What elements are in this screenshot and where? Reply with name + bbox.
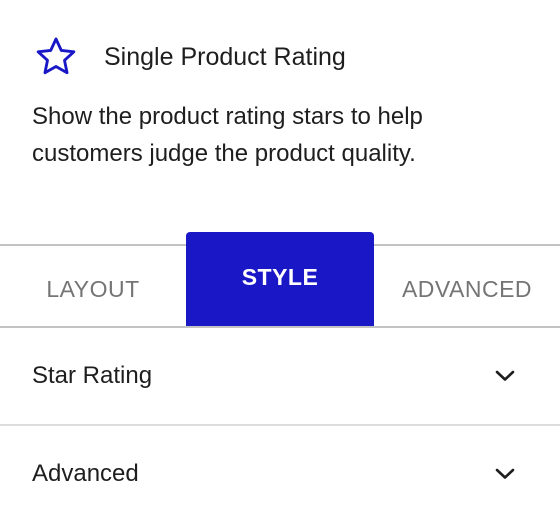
panel-advanced-toggle[interactable]: Advanced <box>0 426 560 522</box>
star-outline-icon <box>32 33 80 81</box>
block-title: Single Product Rating <box>104 42 346 71</box>
panel-advanced-title: Advanced <box>32 460 139 487</box>
tab-layout[interactable]: Layout <box>0 246 186 326</box>
block-description: Show the product rating stars to help cu… <box>32 103 423 167</box>
inspector-tabs: Layout Style Advanced <box>0 232 560 328</box>
tab-advanced[interactable]: Advanced <box>374 246 560 326</box>
tab-style[interactable]: Style <box>186 232 374 327</box>
chevron-down-icon[interactable] <box>494 467 516 481</box>
panel-star-rating-toggle[interactable]: Star Rating <box>0 328 560 424</box>
chevron-down-icon[interactable] <box>494 369 516 383</box>
panel-star-rating-title: Star Rating <box>32 362 153 389</box>
block-card-header: Single Product Rating <box>32 33 346 81</box>
